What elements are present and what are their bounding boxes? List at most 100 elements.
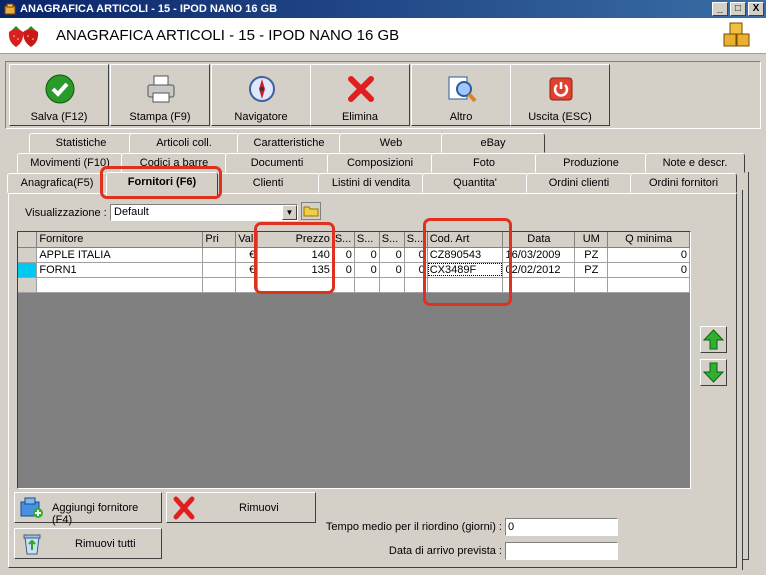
cell-s3[interactable]: 0 (379, 262, 405, 278)
col-val[interactable]: Val (235, 232, 259, 248)
compass-icon (249, 76, 275, 102)
cell-s3[interactable]: 0 (379, 247, 405, 263)
col-pri[interactable]: Pri (202, 232, 237, 248)
cell-prezzo[interactable]: 140 (257, 247, 333, 263)
col-um[interactable]: UM (574, 232, 609, 248)
move-down-button[interactable] (700, 359, 727, 386)
table-row[interactable]: APPLE ITALIA € 140 0 0 0 0 CZ890543 16/0… (18, 247, 690, 263)
cell-s1[interactable]: 0 (332, 247, 355, 263)
exit-button[interactable]: Uscita (ESC) (510, 64, 610, 126)
tab-ebay[interactable]: eBay (441, 133, 545, 153)
tab-statistiche[interactable]: Statistiche (29, 133, 133, 153)
col-q-minima[interactable]: Q minima (607, 232, 690, 248)
view-select-value: Default (114, 206, 149, 218)
view-select[interactable]: Default ▼ (110, 204, 298, 221)
col-s2[interactable]: S... (354, 232, 380, 248)
cell-s4[interactable]: 0 (404, 247, 428, 263)
boxes-icon (723, 22, 750, 47)
tab-movimenti[interactable]: Movimenti (F10) (17, 153, 123, 173)
grid-corner (18, 232, 38, 248)
tab-produzione[interactable]: Produzione (535, 153, 647, 173)
recycle-bin-icon (23, 534, 41, 555)
save-button[interactable]: Salva (F12) (9, 64, 109, 126)
arrow-down-icon (702, 362, 725, 383)
col-s4[interactable]: S... (404, 232, 428, 248)
table-row[interactable]: FORN1 € 135 0 0 0 0 CX3489F 02/02/2012 P… (18, 262, 690, 278)
tab-stack-edge (743, 172, 749, 560)
row-indicator[interactable] (18, 247, 38, 263)
row-indicator[interactable] (18, 277, 38, 293)
cell-cod-art[interactable]: CZ890543 (427, 247, 504, 263)
strawberry-logo-icon (8, 26, 39, 47)
data-arrivo-label: Data di arrivo prevista : (388, 545, 502, 557)
power-icon (549, 77, 573, 101)
minimize-button[interactable]: _ (712, 2, 728, 16)
cell-fornitore[interactable]: FORN1 (36, 262, 204, 278)
cell-q-minima[interactable]: 0 (607, 262, 690, 278)
tab-anagrafica[interactable]: Anagrafica(F5) (7, 173, 107, 193)
tab-foto[interactable]: Foto (431, 153, 537, 173)
title-bar: ANAGRAFICA ARTICOLI - 15 - IPOD NANO 16 … (0, 0, 766, 18)
tab-composizioni[interactable]: Composizioni (327, 153, 433, 173)
col-data[interactable]: Data (502, 232, 576, 248)
tab-quantita[interactable]: Quantita' (422, 173, 528, 193)
tab-documenti[interactable]: Documenti (225, 153, 329, 173)
cell-s1[interactable]: 0 (332, 262, 355, 278)
delete-button[interactable]: Elimina (310, 64, 410, 126)
add-supplier-button[interactable]: Aggiungi fornitore (F4) (14, 492, 162, 526)
tab-articoli-coll[interactable]: Articoli coll. (129, 133, 239, 153)
table-row-new[interactable] (18, 277, 690, 293)
delete-x-icon (173, 496, 195, 520)
more-button[interactable]: Altro (411, 64, 511, 126)
col-cod-art[interactable]: Cod. Art (427, 232, 504, 248)
cell-um[interactable]: PZ (574, 262, 609, 278)
toolbar: Salva (F12) Stampa (F9) Navigatore Elimi… (5, 61, 761, 129)
col-s1[interactable]: S... (332, 232, 355, 248)
cell-pri[interactable] (202, 247, 237, 263)
remove-all-button[interactable]: Rimuovi tutti (14, 528, 162, 559)
grid-header-row: Fornitore Pri Val Prezzo S... S... S... … (18, 232, 690, 248)
tab-stack-edge-inner (737, 190, 743, 570)
cell-s2[interactable]: 0 (354, 247, 380, 263)
close-button[interactable]: X (748, 2, 764, 16)
cell-q-minima[interactable]: 0 (607, 247, 690, 263)
navigator-button[interactable]: Navigatore (211, 64, 311, 126)
tab-caratteristiche[interactable]: Caratteristiche (237, 133, 341, 153)
tab-note-e-descr[interactable]: Note e descr. (645, 153, 745, 173)
row-indicator-current[interactable] (18, 262, 38, 278)
cell-data[interactable]: 02/02/2012 (502, 262, 576, 278)
data-arrivo-input[interactable] (505, 542, 618, 560)
folder-icon[interactable] (301, 202, 321, 220)
col-s3[interactable]: S... (379, 232, 405, 248)
cell-s4[interactable]: 0 (404, 262, 428, 278)
col-prezzo[interactable]: Prezzo (257, 232, 333, 248)
tempo-riordino-input[interactable]: 0 (505, 518, 618, 536)
cell-val[interactable]: € (235, 262, 259, 278)
arrow-up-icon (702, 329, 725, 350)
tab-web[interactable]: Web (339, 133, 443, 153)
cell-fornitore[interactable]: APPLE ITALIA (36, 247, 204, 263)
tab-ordini-clienti[interactable]: Ordini clienti (526, 173, 632, 193)
print-button[interactable]: Stampa (F9) (110, 64, 210, 126)
chevron-down-icon[interactable]: ▼ (282, 205, 297, 220)
cell-val[interactable]: € (235, 247, 259, 263)
cell-prezzo[interactable]: 135 (257, 262, 333, 278)
col-fornitore[interactable]: Fornitore (36, 232, 204, 248)
suppliers-grid[interactable]: Fornitore Pri Val Prezzo S... S... S... … (17, 231, 691, 489)
cell-s2[interactable]: 0 (354, 262, 380, 278)
tab-ordini-fornitori[interactable]: Ordini fornitori (630, 173, 737, 193)
tab-listini-di-vendita[interactable]: Listini di vendita (318, 173, 424, 193)
tab-fornitori[interactable]: Fornitori (F6) (106, 172, 218, 196)
move-up-button[interactable] (700, 326, 727, 353)
tab-clienti[interactable]: Clienti (216, 173, 320, 193)
cell-data[interactable]: 16/03/2009 (502, 247, 576, 263)
tab-codici-a-barre[interactable]: Codici a barre (121, 153, 227, 173)
maximize-button[interactable]: □ (730, 2, 746, 16)
cell-pri[interactable] (202, 262, 237, 278)
cell-um[interactable]: PZ (574, 247, 609, 263)
tempo-riordino-label: Tempo medio per il riordino (giorni) : (325, 521, 502, 533)
app-icon (4, 3, 16, 15)
remove-button[interactable]: Rimuovi (166, 492, 316, 523)
magnifier-icon (448, 76, 477, 103)
cell-cod-art-selected[interactable]: CX3489F (427, 262, 504, 278)
